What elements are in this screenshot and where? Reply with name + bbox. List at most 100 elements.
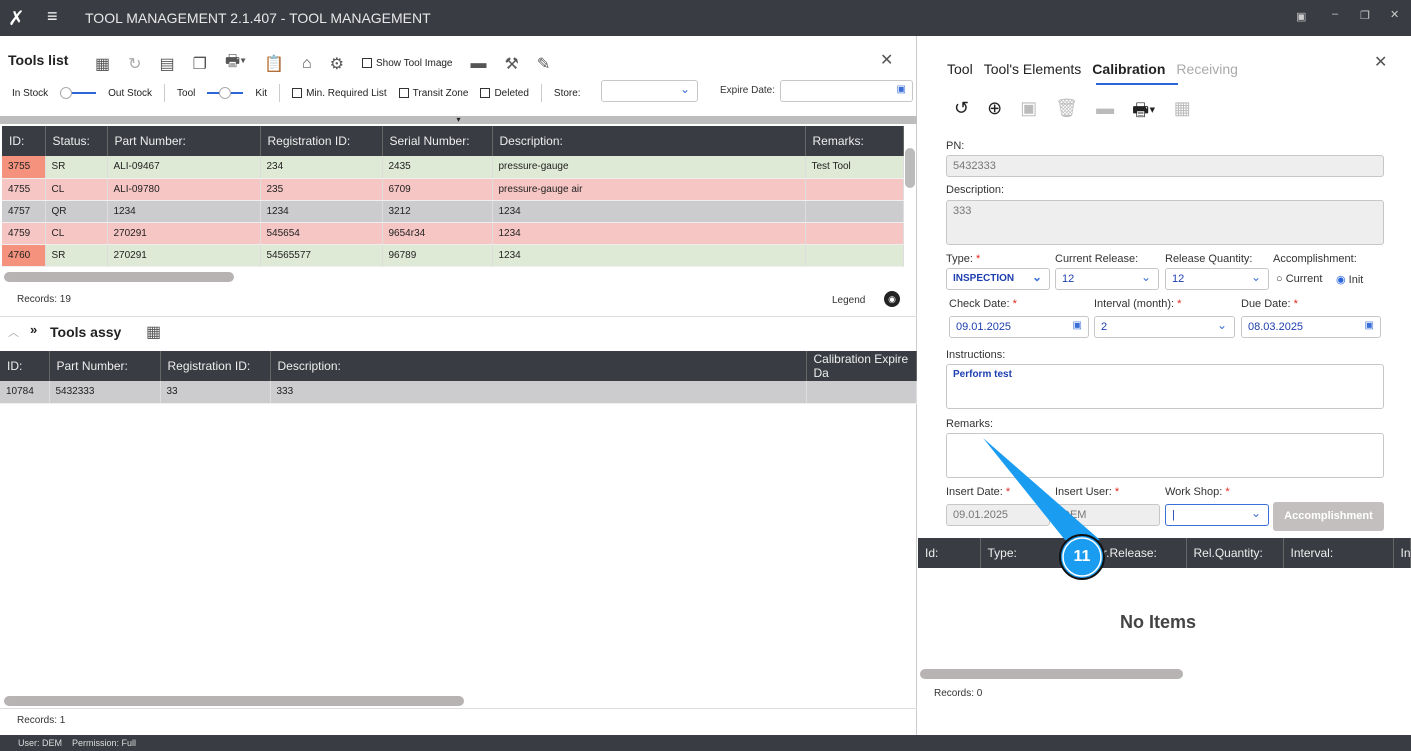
tools-icon[interactable]: ⚒: [505, 54, 519, 74]
radio-init[interactable]: ◉ Init: [1336, 273, 1363, 286]
column-header[interactable]: Interval:: [1283, 538, 1394, 568]
column-header[interactable]: Part Number:: [107, 126, 261, 156]
instructions-field[interactable]: Perform test: [946, 364, 1384, 409]
refresh-icon[interactable]: ↻: [128, 54, 141, 74]
pn-field[interactable]: 5432333: [946, 155, 1384, 177]
calculator-icon[interactable]: ▦: [1174, 98, 1191, 128]
menu-icon[interactable]: ≡: [47, 6, 58, 27]
column-header[interactable]: Registration ID:: [160, 351, 271, 381]
clipboard-icon[interactable]: 📋: [264, 54, 284, 74]
column-header[interactable]: Registration ID:: [260, 126, 383, 156]
tab-receiving[interactable]: Receiving: [1176, 61, 1237, 77]
assy-horizontal-scrollbar[interactable]: [4, 696, 464, 706]
column-header[interactable]: In: [1393, 538, 1411, 568]
callout-pointer: [983, 438, 1105, 580]
column-header[interactable]: Serial Number:: [382, 126, 493, 156]
legend-eye-icon[interactable]: ◉: [884, 291, 900, 307]
save-icon[interactable]: ▣: [1020, 98, 1037, 128]
close-tools-list-button[interactable]: ✕: [880, 50, 893, 70]
toolbox-icon[interactable]: ▤: [160, 54, 175, 74]
no-items-message: No Items: [1120, 612, 1197, 632]
close-panel-button[interactable]: ✕: [1374, 52, 1387, 72]
due-date-input[interactable]: 08.03.2025: [1241, 316, 1381, 338]
assy-excel-icon[interactable]: ▦: [146, 322, 161, 342]
description-field[interactable]: 333: [946, 200, 1384, 245]
tools-table: ID: Status: Part Number: Registration ID: Se…: [2, 126, 904, 267]
status-user: User: DEM: [18, 738, 63, 748]
table-cell: 1234: [492, 244, 806, 267]
type-label: Type:: [946, 253, 973, 265]
tab-tool-s-elements[interactable]: Tool's Elements: [984, 61, 1082, 77]
undo-icon[interactable]: ↺: [954, 98, 969, 128]
table-cell: 1234: [260, 200, 383, 223]
edit-icon[interactable]: ✎: [537, 54, 550, 74]
workshop-select[interactable]: |: [1165, 504, 1269, 526]
table-cell: CL: [45, 222, 108, 245]
table-cell: pressure-gauge air: [492, 178, 806, 201]
column-header[interactable]: ID:: [2, 126, 46, 156]
collapse-up-icon[interactable]: ︿: [8, 324, 19, 340]
column-header[interactable]: Part Number:: [49, 351, 161, 381]
stock-toggle[interactable]: [60, 87, 97, 99]
restore-button[interactable]: ❐: [1360, 9, 1370, 22]
table-cell: 4757: [2, 200, 46, 223]
splitter[interactable]: ▾: [0, 116, 917, 124]
table-row[interactable]: 4760 SR 270291 54565577 96789 1234: [2, 244, 904, 267]
due-date-label: Due Date:: [1241, 298, 1291, 310]
column-header[interactable]: ID:: [0, 351, 50, 381]
horizontal-scrollbar[interactable]: [4, 272, 234, 282]
column-header[interactable]: Remarks:: [805, 126, 904, 156]
tab-tool[interactable]: Tool: [947, 61, 973, 77]
home-transfer-icon[interactable]: ⌂: [302, 55, 312, 73]
settings-hand-icon[interactable]: ⚙: [330, 54, 344, 74]
check-date-input[interactable]: 09.01.2025: [949, 316, 1089, 338]
add-icon[interactable]: ⊕: [987, 98, 1002, 128]
vertical-scrollbar[interactable]: [905, 148, 915, 188]
table-row[interactable]: 4757 QR 1234 1234 3212 1234: [2, 200, 904, 223]
current-release-select[interactable]: 12: [1055, 268, 1159, 290]
notification-icon[interactable]: ▣: [1296, 10, 1306, 23]
store-select[interactable]: [601, 80, 698, 102]
column-header[interactable]: Status:: [45, 126, 108, 156]
show-tool-image-checkbox[interactable]: Show Tool Image: [361, 58, 453, 69]
tool-kit-toggle[interactable]: [207, 87, 244, 99]
table-cell: 270291: [107, 244, 261, 267]
interval-select[interactable]: 2: [1094, 316, 1235, 338]
excel-export-icon[interactable]: ▦: [95, 54, 110, 74]
table-cell: SR: [45, 156, 108, 179]
folder-icon[interactable]: ▬: [471, 55, 487, 73]
table-cell: pressure-gauge: [492, 156, 806, 179]
print-icon[interactable]: 🖶▾: [225, 50, 246, 77]
type-select[interactable]: INSPECTION: [946, 268, 1050, 290]
expire-date-input[interactable]: [780, 80, 913, 102]
accomplishment-button[interactable]: Accomplishment: [1273, 502, 1384, 531]
column-header[interactable]: Description:: [270, 351, 807, 381]
close-window-button[interactable]: ✕: [1390, 8, 1399, 21]
tools-assy-table: ID: Part Number: Registration ID: Descripti…: [0, 351, 917, 404]
print-icon[interactable]: 🖶▾: [1132, 98, 1156, 128]
pn-label: PN:: [946, 140, 965, 152]
interval-label: Interval (month):: [1094, 298, 1175, 310]
radio-current[interactable]: ○ Current: [1276, 273, 1322, 285]
transit-zone-checkbox[interactable]: Transit Zone: [398, 88, 468, 99]
table-row[interactable]: 10784 5432333 33 333: [0, 381, 917, 404]
deleted-checkbox[interactable]: Deleted: [480, 88, 529, 99]
min-required-checkbox[interactable]: Min. Required List: [292, 88, 387, 99]
column-header[interactable]: Calibration Expire Da: [806, 351, 917, 381]
delete-icon[interactable]: 🗑: [1055, 98, 1078, 128]
tab-calibration[interactable]: Calibration: [1092, 61, 1165, 77]
column-header[interactable]: Rel.Quantity:: [1186, 538, 1284, 568]
table-row[interactable]: 3755 SR ALI-09467 234 2435 pressure-gauge Test…: [2, 156, 904, 179]
copy-icon[interactable]: ❐: [193, 54, 207, 74]
current-release-label: Current Release:: [1055, 253, 1139, 265]
column-header[interactable]: Description:: [492, 126, 806, 156]
folder-icon[interactable]: ▬: [1096, 98, 1114, 128]
calibration-horizontal-scrollbar[interactable]: [920, 669, 1183, 679]
column-header[interactable]: Id:: [918, 538, 981, 568]
table-row[interactable]: 4759 CL 270291 545654 9654r34 1234: [2, 222, 904, 245]
minimize-button[interactable]: –: [1332, 8, 1338, 20]
table-row[interactable]: 4755 CL ALI-09780 235 6709 pressure-gauge air: [2, 178, 904, 201]
release-quantity-select[interactable]: 12: [1165, 268, 1269, 290]
workshop-label: Work Shop:: [1165, 486, 1223, 498]
expand-down-icon[interactable]: »: [30, 322, 37, 337]
